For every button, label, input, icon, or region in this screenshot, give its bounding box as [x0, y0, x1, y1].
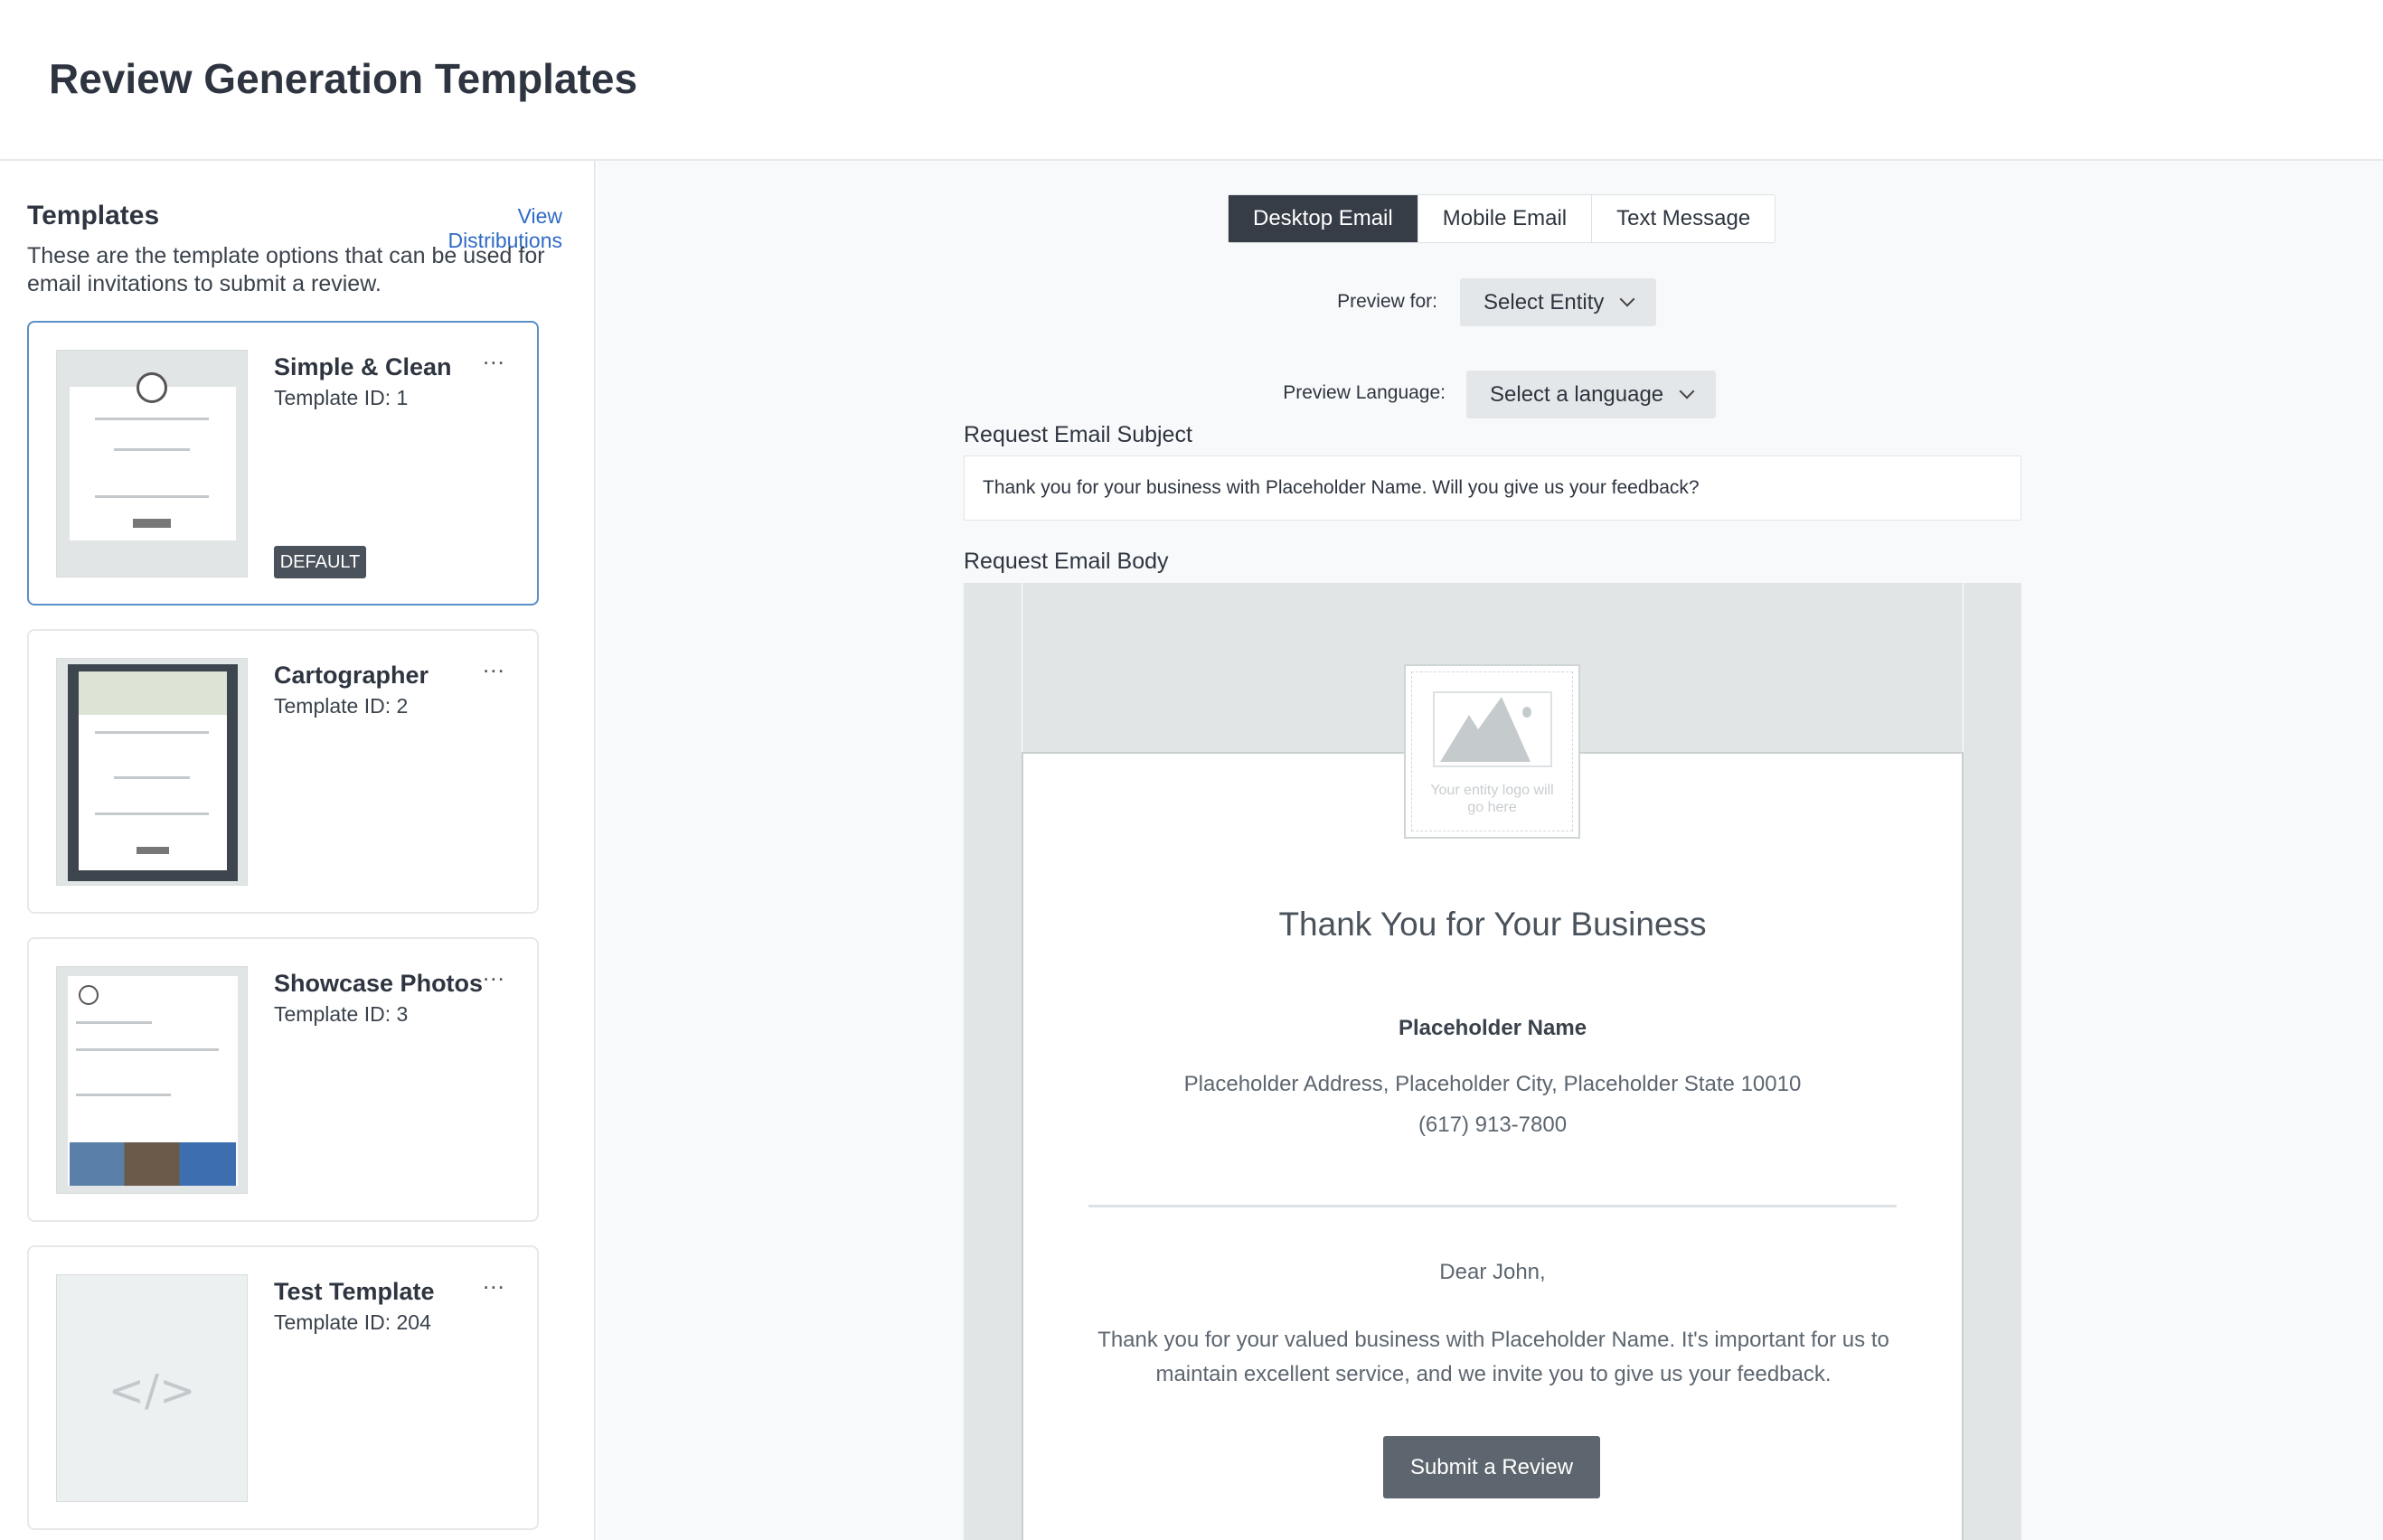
subject-label: Request Email Subject [964, 422, 1192, 447]
more-options-icon[interactable]: ... [483, 1267, 505, 1295]
more-options-icon[interactable]: ... [483, 343, 505, 371]
page-header: Review Generation Templates [0, 0, 2383, 161]
preview-for-label: Preview for: [1337, 291, 1437, 312]
language-select-value: Select a language [1490, 382, 1664, 407]
email-phone: (617) 913-7800 [1418, 1113, 1568, 1137]
email-content: Thank You for Your Business Placeholder … [1022, 752, 1964, 1540]
logo-placeholder: Your entity logo will go here [1404, 664, 1580, 839]
page-title: Review Generation Templates [49, 55, 638, 102]
tab-text-message[interactable]: Text Message [1592, 195, 1775, 242]
template-name: Simple & Clean [274, 353, 452, 380]
entity-select-value: Select Entity [1483, 290, 1605, 315]
logo-placeholder-text: Your entity logo will go here [1430, 783, 1554, 815]
preview-language-label: Preview Language: [1283, 382, 1446, 403]
template-card-showcase-photos[interactable]: Showcase Photos Template ID: 3 ... [27, 937, 539, 1222]
template-thumbnail: </> [56, 1274, 248, 1502]
subject-input[interactable]: Thank you for your business with Placeho… [964, 455, 2021, 521]
tab-desktop-email[interactable]: Desktop Email [1229, 195, 1418, 242]
template-card-cartographer[interactable]: Cartographer Template ID: 2 ... [27, 629, 539, 914]
entity-select[interactable]: Select Entity [1460, 278, 1657, 326]
submit-review-button[interactable]: Submit a Review [1383, 1436, 1600, 1498]
template-thumbnail [56, 966, 248, 1194]
divider [1088, 1205, 1897, 1207]
template-thumbnail [56, 658, 248, 886]
tab-mobile-email[interactable]: Mobile Email [1418, 195, 1593, 242]
more-options-icon[interactable]: ... [483, 959, 505, 987]
email-greeting: Dear John, [1439, 1260, 1546, 1284]
more-options-icon[interactable]: ... [483, 651, 505, 679]
template-thumbnail [56, 350, 248, 578]
template-name: Cartographer [274, 662, 429, 689]
email-address: Placeholder Address, Placeholder City, P… [1183, 1072, 1802, 1096]
template-name: Showcase Photos [274, 970, 484, 997]
template-card-simple-clean[interactable]: Simple & Clean Template ID: 1 ... DEFAUL… [27, 321, 539, 606]
default-badge: DEFAULT [274, 546, 366, 578]
template-id: Template ID: 3 [274, 1002, 409, 1026]
body-label: Request Email Body [964, 549, 1169, 574]
code-icon: </> [108, 1366, 196, 1416]
template-id: Template ID: 2 [274, 694, 409, 718]
image-icon [1433, 691, 1552, 767]
language-select[interactable]: Select a language [1466, 371, 1717, 418]
template-id: Template ID: 204 [274, 1310, 431, 1334]
template-id: Template ID: 1 [274, 386, 409, 409]
template-name: Test Template [274, 1278, 435, 1305]
templates-heading: Templates [27, 201, 160, 230]
email-entity-name: Placeholder Name [1398, 1016, 1587, 1040]
chevron-down-icon [1619, 291, 1635, 307]
email-heading: Thank You for Your Business [1278, 906, 1707, 943]
email-message: Thank you for your valued business with … [1097, 1328, 1889, 1386]
template-card-test-template[interactable]: </> Test Template Template ID: 204 ... [27, 1245, 539, 1530]
preview-tabs: Desktop Email Mobile Email Text Message [1228, 194, 1776, 243]
templates-description: These are the template options that can … [27, 243, 545, 296]
chevron-down-icon [1679, 383, 1695, 399]
